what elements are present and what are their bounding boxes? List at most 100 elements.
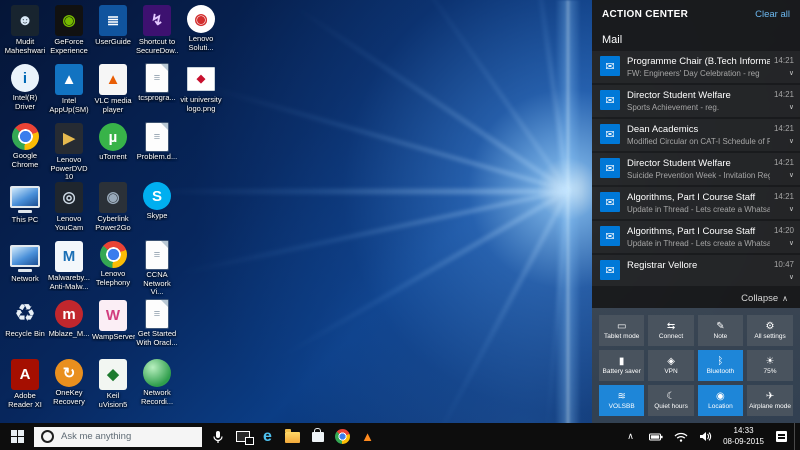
desktop-icon-label: Network Recordi... bbox=[135, 389, 179, 406]
desktop-icon[interactable]: iIntel(R) Driver bbox=[3, 64, 47, 123]
quick-action-tablet-mode[interactable]: ▭Tablet mode bbox=[599, 315, 644, 346]
notification-subtitle: Sports Achievement - reg. bbox=[627, 103, 770, 112]
notification[interactable]: ✉Programme Chair (B.Tech InformatiFW: En… bbox=[592, 51, 800, 83]
chevron-down-icon[interactable]: ∨ bbox=[789, 205, 794, 213]
clear-all-link[interactable]: Clear all bbox=[755, 9, 790, 20]
network-icon[interactable] bbox=[668, 423, 693, 450]
desktop-icon[interactable]: ≡CCNA Network Vi... bbox=[135, 241, 179, 300]
desktop-icon[interactable]: ↯Shortcut to SecureDow... bbox=[135, 5, 179, 64]
quick-action-bluetooth[interactable]: ᛒBluetooth bbox=[698, 350, 743, 381]
notification-meta: 14:21∨ bbox=[774, 124, 794, 145]
desktop-icon[interactable]: ◉GeForce Experience bbox=[47, 5, 91, 64]
desktop-icon[interactable]: SSkype bbox=[135, 182, 179, 241]
edge-icon[interactable]: e bbox=[255, 423, 280, 450]
chevron-down-icon[interactable]: ∨ bbox=[789, 137, 794, 145]
mic-icon[interactable] bbox=[205, 423, 230, 450]
quick-action-all-settings[interactable]: ⚙All settings bbox=[747, 315, 793, 346]
notification[interactable]: ✉Algorithms, Part I Course StaffUpdate i… bbox=[592, 187, 800, 219]
desktop-icon[interactable]: AAdobe Reader XI bbox=[3, 359, 47, 418]
desktop-icon-label: Lenovo YouCam bbox=[47, 215, 91, 232]
battery-icon[interactable] bbox=[643, 423, 668, 450]
notification-meta: 14:21∨ bbox=[774, 158, 794, 179]
quick-action-airplane-mode[interactable]: ✈Airplane mode bbox=[747, 385, 793, 416]
task-view-button[interactable] bbox=[230, 423, 255, 450]
desktop-icon[interactable]: ◉Cyberlink Power2Go bbox=[91, 182, 135, 241]
clock[interactable]: 14:33 08-09-2015 bbox=[718, 426, 769, 447]
desktop-icon[interactable]: ≡Get Started With Oracl... bbox=[135, 300, 179, 359]
notification[interactable]: ✉Director Student WelfareSuicide Prevent… bbox=[592, 153, 800, 185]
desktop-icon[interactable]: ▲VLC media player bbox=[91, 64, 135, 123]
quick-action-note[interactable]: ✎Note bbox=[698, 315, 743, 346]
notification-subtitle: Modified Circular on CAT-I Schedule of F… bbox=[627, 137, 770, 146]
quick-action-location[interactable]: ◉Location bbox=[698, 385, 743, 416]
desktop-icon[interactable]: WWampServer bbox=[91, 300, 135, 359]
desktop-icon[interactable]: ♻Recycle Bin bbox=[3, 300, 47, 359]
action-center-icon[interactable] bbox=[769, 423, 794, 450]
notification-title: Director Student Welfare bbox=[627, 90, 770, 101]
chevron-down-icon[interactable]: ∨ bbox=[789, 69, 794, 77]
wallpaper-light-column bbox=[555, 0, 581, 450]
desktop-icon[interactable]: ≡Problem.d... bbox=[135, 123, 179, 182]
desktop-icon[interactable]: ◆Keil uVision5 bbox=[91, 359, 135, 418]
desktop-icon[interactable]: Lenovo Telephony bbox=[91, 241, 135, 300]
desktop-icon-label: CCNA Network Vi... bbox=[135, 271, 179, 297]
tile-label: 75% bbox=[762, 368, 779, 375]
desktop-icon[interactable]: Network bbox=[3, 241, 47, 300]
collapse-link[interactable]: Collapse ∧ bbox=[592, 289, 800, 308]
desktop-icon[interactable]: MMalwareby... Anti-Malw... bbox=[47, 241, 91, 300]
notification[interactable]: ✉Registrar Vellore10:47∨ bbox=[592, 255, 800, 286]
quick-action-vpn[interactable]: ◈VPN bbox=[648, 350, 693, 381]
chevron-down-icon[interactable]: ∨ bbox=[789, 171, 794, 179]
powerdvd-icon: ▶ bbox=[55, 123, 83, 154]
youcam-icon: ◎ bbox=[55, 182, 83, 213]
desktop-icon[interactable]: ▲Intel AppUp(SM) bbox=[47, 64, 91, 123]
notification[interactable]: ✉Dean AcademicsModified Circular on CAT-… bbox=[592, 119, 800, 151]
notification[interactable]: ✉Algorithms, Part I Course StaffUpdate i… bbox=[592, 221, 800, 253]
store-icon[interactable] bbox=[305, 423, 330, 450]
adobe-reader-icon: A bbox=[11, 359, 39, 390]
chevron-down-icon[interactable]: ∨ bbox=[789, 273, 794, 281]
desktop-icon-label: vit university logo.png bbox=[179, 96, 223, 113]
desktop-icon[interactable]: Google Chrome bbox=[3, 123, 47, 182]
mail-app-icon: ✉ bbox=[600, 90, 620, 110]
desktop-icon[interactable]: µuTorrent bbox=[91, 123, 135, 182]
geforce-icon: ◉ bbox=[55, 5, 83, 36]
desktop-icon[interactable]: This PC bbox=[3, 182, 47, 241]
show-desktop-button[interactable] bbox=[794, 423, 800, 450]
desktop-icon[interactable]: Network Recordi... bbox=[135, 359, 179, 418]
desktop-icon[interactable]: ◆vit university logo.png bbox=[179, 64, 223, 123]
quick-action-quiet-hours[interactable]: ☾Quiet hours bbox=[648, 385, 693, 416]
start-button[interactable] bbox=[0, 423, 34, 450]
action-center-title: ACTION CENTER bbox=[602, 9, 688, 20]
search-box[interactable] bbox=[34, 427, 202, 447]
notification-subtitle: Update in Thread - Lets create a Whatsap bbox=[627, 205, 770, 214]
windows-logo-icon bbox=[11, 430, 24, 443]
file-explorer-icon[interactable] bbox=[280, 423, 305, 450]
quick-action-battery-saver[interactable]: ▮Battery saver bbox=[599, 350, 644, 381]
bluetooth-icon: ᛒ bbox=[717, 357, 723, 367]
desktop-icon[interactable]: ☻Mudit Maheshwari bbox=[3, 5, 47, 64]
quick-action-connect[interactable]: ⇆Connect bbox=[648, 315, 693, 346]
volume-icon[interactable] bbox=[693, 423, 718, 450]
quick-action-wifi[interactable]: ≋VOLSBB bbox=[599, 385, 644, 416]
desktop-icon[interactable]: mMblaze_M... bbox=[47, 300, 91, 359]
mblaze-icon: m bbox=[55, 300, 83, 328]
vlc-icon[interactable]: ▲ bbox=[355, 423, 380, 450]
search-input[interactable] bbox=[59, 430, 202, 443]
desktop-icon[interactable]: ▶Lenovo PowerDVD 10 bbox=[47, 123, 91, 182]
tile-label: Note bbox=[712, 333, 730, 340]
chevron-down-icon[interactable]: ∨ bbox=[789, 103, 794, 111]
chrome-icon[interactable] bbox=[330, 423, 355, 450]
desktop-icon[interactable]: ↻OneKey Recovery bbox=[47, 359, 91, 418]
desktop-icon[interactable]: ◎ Lenovo YouCam bbox=[47, 182, 91, 241]
desktop-icon[interactable]: ≡tcsprogra... bbox=[135, 64, 179, 123]
quick-action-brightness[interactable]: ☀75% bbox=[747, 350, 793, 381]
chevron-down-icon[interactable]: ∨ bbox=[789, 239, 794, 247]
desktop-icon[interactable]: ◉Lenovo Soluti... bbox=[179, 5, 223, 64]
hidden-icons-chevron[interactable]: ∧ bbox=[618, 423, 643, 450]
notification[interactable]: ✉ Director Student Welfare Sports Achievem… bbox=[592, 85, 800, 117]
desktop-icon[interactable]: ≣UserGuide bbox=[91, 5, 135, 64]
notification-meta: 14:21∨ bbox=[774, 192, 794, 213]
network-recording-icon bbox=[143, 359, 171, 387]
desktop-icon-label: Lenovo Telephony bbox=[91, 270, 135, 287]
